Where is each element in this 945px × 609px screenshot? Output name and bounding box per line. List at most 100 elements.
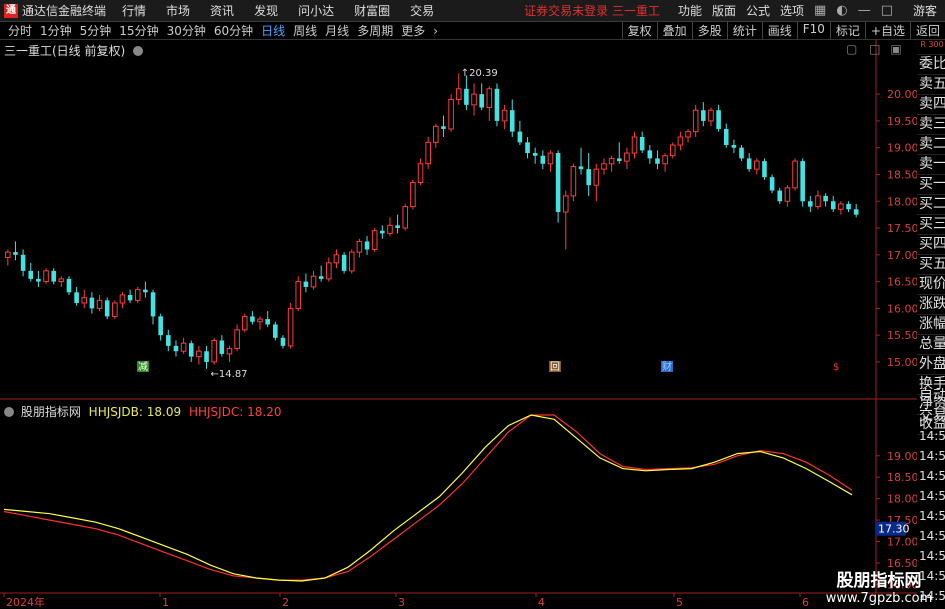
candle-body [562, 195, 569, 213]
candle-body [13, 252, 18, 255]
candle-body [173, 345, 179, 352]
panel-ask4[interactable]: 卖四 [917, 95, 945, 115]
tool-add-watchlist[interactable]: +自选 [864, 22, 910, 39]
close-icon[interactable]: ▣ [890, 42, 901, 56]
period-15min[interactable]: 15分钟 [119, 22, 158, 39]
candle-body [441, 126, 446, 129]
tool-huaxian[interactable]: 画线 [761, 22, 797, 39]
panel-weibi[interactable]: 委比 [917, 55, 945, 75]
time-tick-label: 5 [676, 596, 683, 609]
panel-bid2[interactable]: 买二 [917, 195, 945, 215]
candle-body [166, 335, 171, 346]
period-60min[interactable]: 60分钟 [214, 22, 253, 39]
tool-f10[interactable]: F10 [796, 22, 830, 39]
period-daily[interactable]: 日线 [261, 22, 285, 39]
watermark-title: 股朋指标网 [836, 571, 922, 591]
settings-dot-icon[interactable] [133, 46, 144, 56]
period-5min[interactable]: 5分钟 [80, 22, 112, 39]
maximize-icon[interactable]: □ [881, 3, 893, 18]
current-value-label: 17.30 [878, 523, 910, 536]
panel-bid1[interactable]: 买一 [917, 175, 945, 195]
period-fenshi[interactable]: 分时 [8, 22, 32, 39]
panel-ask2[interactable]: 卖二 [917, 135, 945, 155]
candle-body [754, 160, 760, 170]
tool-fuquan[interactable]: 复权 [621, 22, 657, 39]
grid-icon[interactable]: ▦ [814, 3, 826, 18]
panel-change[interactable]: 涨跌 [917, 295, 945, 315]
skin-icon[interactable]: ◐ [836, 3, 847, 18]
menu-bar: 通 通达信金融终端 行情 市场 资讯 发现 问小达 财富圈 交易 证券交易未登录… [0, 0, 945, 22]
series2-label: HHJSJDC: 18.20 [188, 405, 282, 419]
candle-body [310, 275, 317, 288]
panel-change-pct[interactable]: 涨幅 [917, 315, 945, 335]
panel-outer[interactable]: 外盘 [917, 355, 945, 375]
panel-price[interactable]: 现价 [917, 275, 945, 295]
panel-bid5[interactable]: 买五 [917, 255, 945, 275]
candle-body [89, 297, 95, 309]
candle-body [624, 152, 630, 162]
site-watermark: 股朋指标网 www.7gpzb.com [818, 566, 940, 606]
candle-body [586, 169, 591, 186]
panel-ask5[interactable]: 卖五 [917, 75, 945, 95]
period-more[interactable]: 更多 [401, 22, 425, 39]
login-status[interactable]: 证券交易未登录 三一重工 [524, 2, 660, 19]
period-multi[interactable]: 多周期 [357, 22, 393, 39]
candle-body [746, 158, 752, 170]
candle-body [36, 278, 41, 282]
candle-body [701, 110, 706, 121]
chart-window-controls: ▢ □ ▣ [846, 42, 902, 56]
quote-side-panel: R 300 委比 卖五 卖四 卖三 卖二 卖一 买一 买二 买三 买四 买五 现… [917, 40, 945, 435]
candle-body [287, 307, 294, 347]
candle-body [846, 203, 851, 210]
tool-biaoji[interactable]: 标记 [829, 22, 865, 39]
user-guest[interactable]: 游客 [913, 2, 937, 19]
indicator-name[interactable]: 股朋指标网 [21, 405, 81, 419]
menu-item-banmian[interactable]: 版面 [712, 2, 736, 19]
indicator-tick-label: 17.00 [887, 536, 917, 549]
price-tick-label: 16.50 [887, 276, 917, 289]
candle-body [800, 161, 805, 202]
panel-bid3[interactable]: 买三 [917, 215, 945, 235]
expand-icon[interactable]: □ [869, 42, 880, 56]
menu-item-faxian[interactable]: 发现 [254, 2, 278, 19]
tool-tongji[interactable]: 统计 [726, 22, 762, 39]
candle-body [28, 270, 34, 279]
panel-ask1[interactable]: 卖一 [917, 155, 945, 175]
candle-body [81, 297, 88, 304]
collapse-icon[interactable]: ▢ [846, 42, 857, 56]
period-1min[interactable]: 1分钟 [40, 22, 72, 39]
period-30min[interactable]: 30分钟 [167, 22, 206, 39]
side-trade[interactable]: 交易 [917, 406, 945, 426]
menu-item-shichang[interactable]: 市场 [166, 2, 190, 19]
menu-item-gongneng[interactable]: 功能 [678, 2, 702, 19]
tool-diejia[interactable]: 叠加 [656, 22, 692, 39]
minimize-icon[interactable]: — [858, 3, 871, 18]
candle-body [280, 337, 286, 346]
panel-ask3[interactable]: 卖三 [917, 115, 945, 135]
candlestick-chart[interactable]: 20.00 19.50 19.00 18.50 18.00 17.50 17.00 16.50… [0, 40, 917, 400]
chevron-right-icon[interactable]: › [433, 24, 438, 38]
menu-item-caifuquan[interactable]: 财富圈 [354, 2, 390, 19]
panel-volume[interactable]: 总量 [917, 335, 945, 355]
candle-body [433, 125, 439, 143]
menu-item-jiaoyi[interactable]: 交易 [410, 2, 434, 19]
menu-item-wenxiaoda[interactable]: 问小达 [298, 2, 334, 19]
candle-body [112, 302, 118, 317]
candle-body [685, 131, 691, 138]
indicator-chart[interactable]: 19.0018.5018.0017.5017.0016.5016.0017.30… [0, 400, 917, 609]
side-auto[interactable]: 自动 [917, 386, 945, 406]
period-weekly[interactable]: 周线 [293, 22, 317, 39]
menu-item-zixun[interactable]: 资讯 [210, 2, 234, 19]
menu-item-hangqing[interactable]: 行情 [122, 2, 146, 19]
candle-body [380, 230, 385, 234]
indicator-dropdown-icon[interactable] [4, 407, 14, 417]
candle-body [647, 150, 653, 159]
tool-back[interactable]: 返回 [909, 22, 945, 39]
menu-item-gongshi[interactable]: 公式 [746, 2, 770, 19]
period-monthly[interactable]: 月线 [325, 22, 349, 39]
candle-body [127, 294, 133, 301]
menu-item-xuanxiang[interactable]: 选项 [780, 2, 804, 19]
tool-duogu[interactable]: 多股 [691, 22, 727, 39]
candle-body [425, 141, 431, 165]
panel-bid4[interactable]: 买四 [917, 235, 945, 255]
